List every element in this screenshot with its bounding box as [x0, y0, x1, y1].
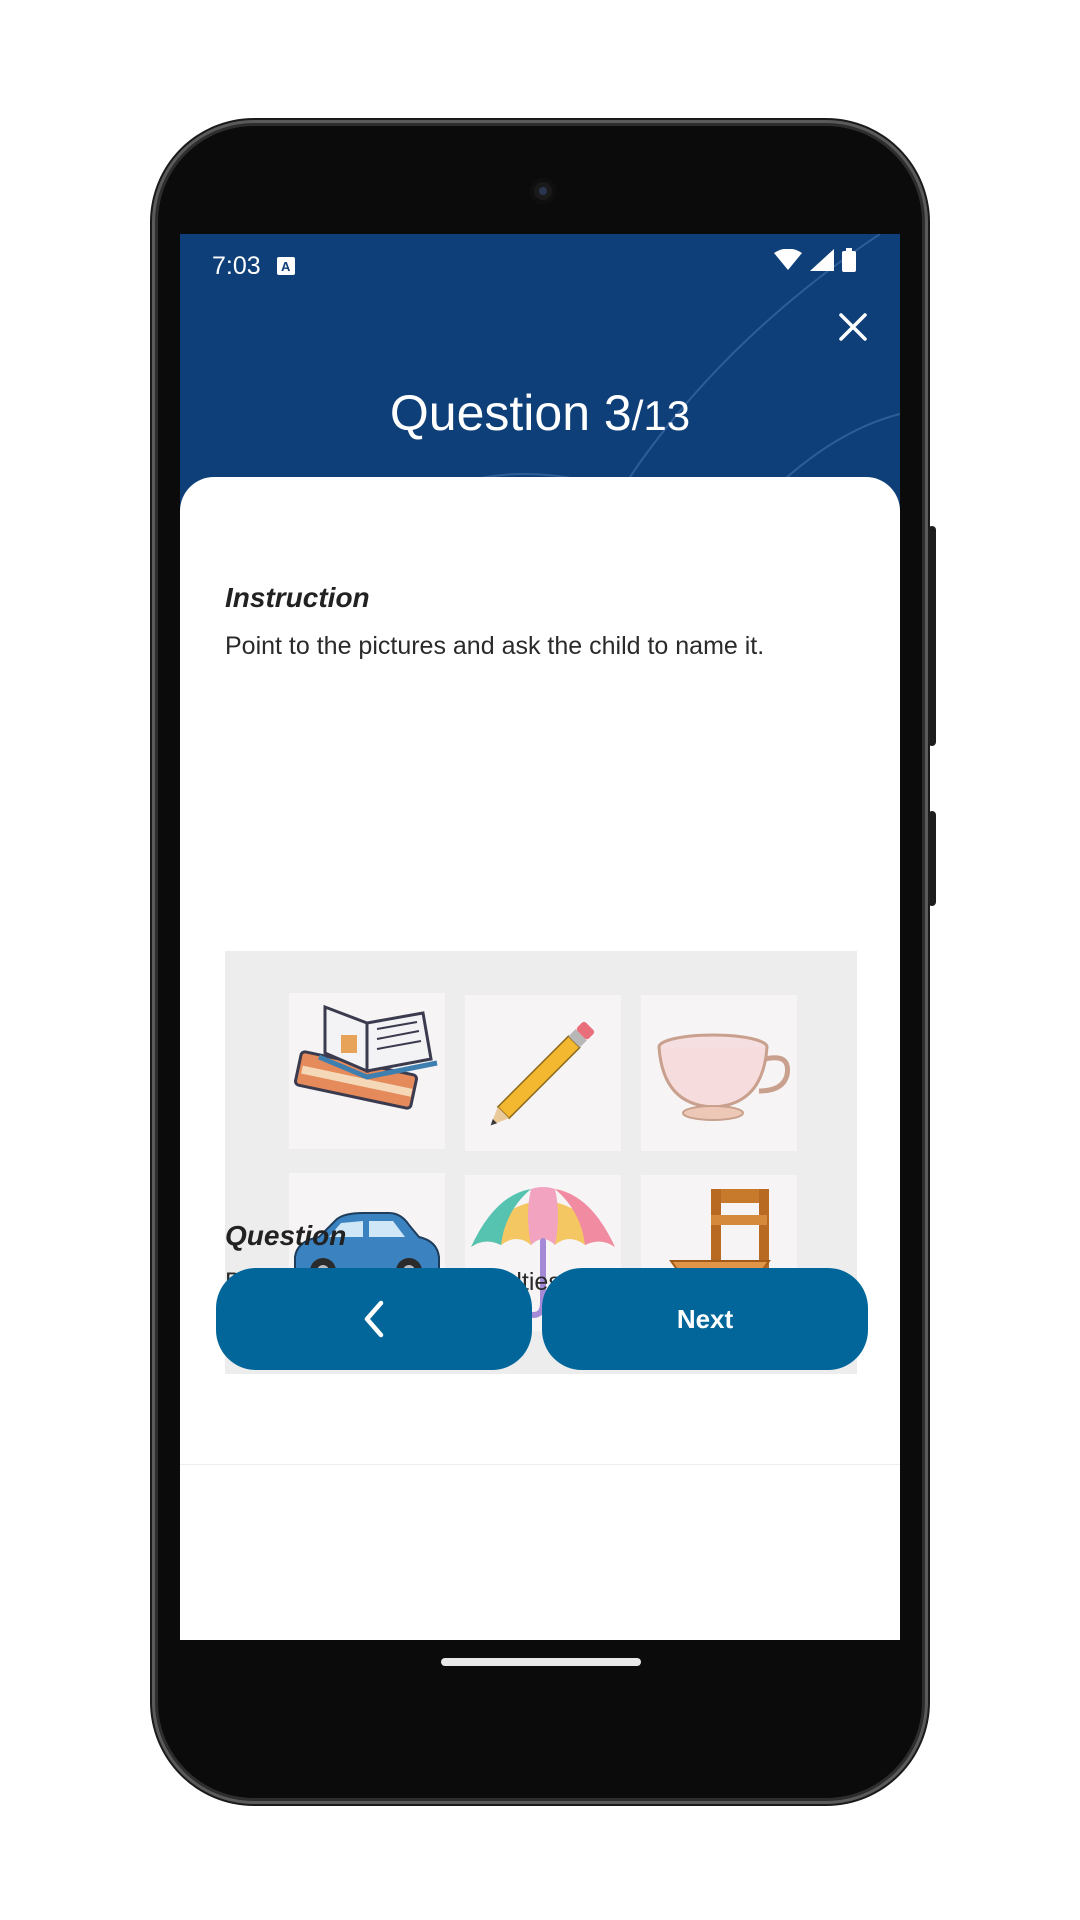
device-stage: 7:03 A Question 3/13 Instruction Point t…	[0, 0, 1080, 1920]
status-bar: 7:03 A	[212, 246, 295, 286]
next-button[interactable]: Next	[542, 1268, 868, 1370]
page-title: Question 3/13	[180, 384, 900, 442]
pencil-icon	[490, 1021, 595, 1126]
picture-books	[289, 993, 445, 1149]
volume-button	[928, 526, 936, 746]
back-button[interactable]	[216, 1268, 532, 1370]
front-camera	[530, 178, 556, 204]
instruction-text: Point to the pictures and ask the child …	[225, 632, 765, 660]
picture-teacup	[641, 995, 797, 1151]
close-icon	[839, 313, 867, 341]
instruction-label: Instruction	[225, 582, 370, 613]
question-number: Question 3	[389, 385, 632, 441]
close-button[interactable]	[830, 304, 876, 350]
teacup-icon	[657, 1033, 791, 1121]
picture-pencil	[465, 995, 621, 1151]
footer-divider	[180, 1464, 900, 1465]
notification-badge: A	[276, 257, 295, 275]
question-total: /13	[631, 392, 691, 439]
cellular-signal-icon	[810, 249, 834, 271]
battery-icon	[842, 248, 856, 272]
question-card: Instruction Point to the pictures and as…	[180, 477, 900, 1640]
home-indicator[interactable]	[441, 1658, 641, 1666]
next-button-label: Next	[676, 1303, 734, 1334]
books-icon	[293, 1004, 438, 1110]
power-button	[928, 811, 936, 906]
chevron-left-icon	[364, 1300, 384, 1338]
wifi-icon	[774, 249, 802, 270]
app-screen: 7:03 A Question 3/13 Instruction Point t…	[180, 234, 900, 1640]
status-icons	[774, 248, 856, 272]
status-time: 7:03	[212, 251, 261, 280]
question-label: Question	[225, 1220, 347, 1251]
